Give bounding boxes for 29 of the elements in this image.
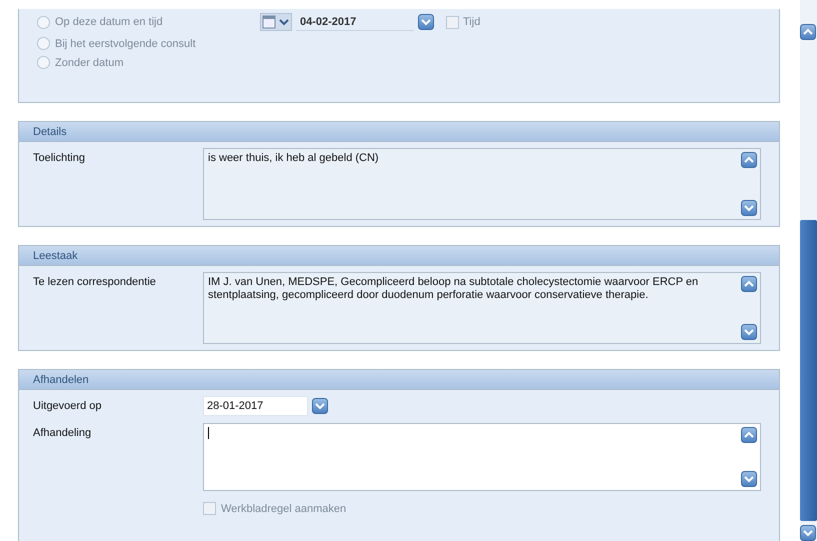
option-label: Op deze datum en tijd <box>55 16 163 28</box>
field-label: Uitgevoerd op <box>33 399 102 412</box>
date-field[interactable]: 04-02-2017 <box>296 13 414 31</box>
date-field[interactable]: 28-01-2017 <box>203 396 308 416</box>
calendar-icon <box>261 15 277 29</box>
checkbox-label: Tijd <box>463 16 480 28</box>
scroll-down-button[interactable] <box>800 525 816 541</box>
date-picker-button[interactable] <box>312 398 328 414</box>
date-picker-button[interactable] <box>418 14 434 30</box>
scroll-thumb[interactable] <box>800 220 817 521</box>
calendar-dropdown[interactable] <box>260 13 292 31</box>
section-header: Details <box>18 121 780 142</box>
checkbox-label: Werkbladregel aanmaken <box>221 502 346 514</box>
text-area[interactable]: is weer thuis, ik heb al gebeld (CN) <box>203 148 761 220</box>
option-label: Bij het eerstvolgende consult <box>55 38 196 50</box>
field-label: Toelichting <box>33 151 86 164</box>
section-header: Leestaak <box>18 245 780 266</box>
field-label: Te lezen correspondentie <box>33 275 157 288</box>
scroll-up-button[interactable] <box>800 24 816 40</box>
scroll-up-button[interactable] <box>741 427 757 443</box>
scroll-down-button[interactable] <box>741 200 757 216</box>
field-label: Afhandeling <box>33 426 92 439</box>
option-label: Zonder datum <box>55 56 124 68</box>
scroll-up-button[interactable] <box>741 152 757 168</box>
section-header: Afhandelen <box>18 369 780 390</box>
scroll-down-button[interactable] <box>741 324 757 340</box>
scroll-up-button[interactable] <box>741 276 757 292</box>
scroll-down-button[interactable] <box>741 471 757 487</box>
text-area[interactable]: IM J. van Unen, MEDSPE, Gecompliceerd beloop na subtotale cholecystectomie waarvoor ERCP en stentplaatsing, gecompliceerd door duodenum perforatie waarvoor conservatieve therapie. <box>203 272 761 344</box>
